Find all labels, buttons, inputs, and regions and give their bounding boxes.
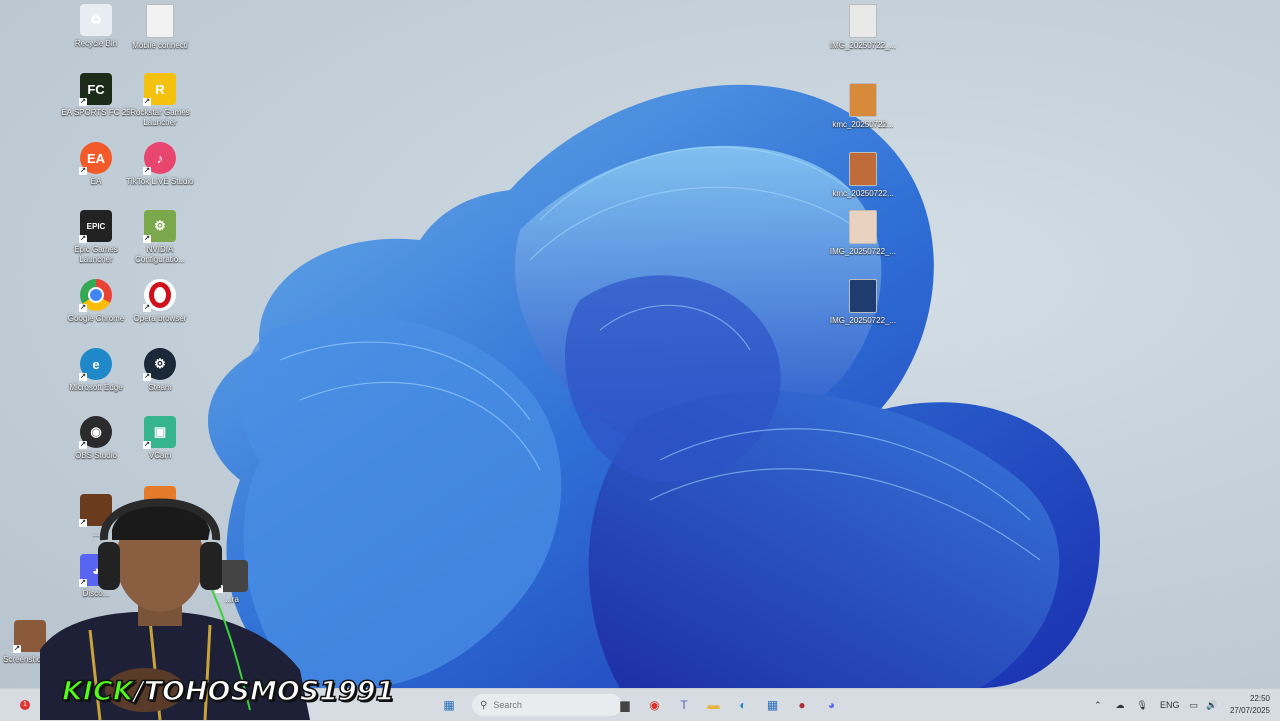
shortcut-arrow-icon: ↗ [79,441,87,449]
left-desktop-icon[interactable]: ♪ ↗ TikTok LIVE Studio [124,142,196,187]
teams-icon[interactable]: T [673,694,695,716]
right-desktop-icon[interactable]: kmc_20250722... [827,152,899,199]
store-icon[interactable]: ▦ [762,694,784,716]
right-desktop-icon[interactable]: IMG_20250722_... [827,210,899,257]
system-tray: ⌃ ☁ 🎙 ENG ▭ 🔊 [1094,689,1217,721]
cloud-icon[interactable]: ☁ [1116,700,1125,711]
desktop-icon-label: EA SPORTS FC 25 [61,108,131,117]
left-desktop-icon[interactable]: EA ↗ EA [60,142,132,187]
edge-icon[interactable]: ◐ [732,694,754,716]
chrome-icon[interactable]: ◉ [644,694,666,716]
left-desktop-icon[interactable]: ▣ ↗ VCam [124,416,196,461]
app-red-icon[interactable]: ● [791,694,813,716]
desktop-icon-label: OBS Studio [75,451,117,460]
epic-games-icon: EPIC ↗ [79,210,112,243]
kick-logo-text: KICK [61,675,134,708]
desktop-icon-label: IMG_20250722_... [829,316,897,325]
obs-icon: ◉ ↗ [79,416,112,449]
left-desktop-icon[interactable]: ↗ Opera browser [124,279,196,324]
left-desktop-icon[interactable]: Mobile connecti [124,4,196,51]
clock-time: 22:50 [1249,694,1270,703]
search-icon: ⚲ [480,699,488,711]
desktop-icon-label: Microsoft Edge [69,383,123,392]
desktop-icon-label: Epic Games Launcher [74,245,118,264]
recycle-bin-icon: ♻ [80,4,112,36]
vcam-icon: ▣ ↗ [143,416,176,449]
tiktok-live-icon: ♪ ↗ [143,142,176,175]
left-desktop-icon[interactable]: ♻ Recycle Bin [60,4,132,49]
desktop-icon-label: IMG_20250722_... [829,247,897,256]
desktop-icon-label: Opera browser [133,314,187,323]
file-icon [146,4,174,38]
language-indicator[interactable]: ENG [1160,700,1180,710]
kick-channel-banner: KICK /TOHOSMOS1991 [61,675,395,708]
steam-icon: ⚙ ↗ [143,348,176,381]
shortcut-arrow-icon: ↗ [143,98,151,106]
desktop-icon-label: Recycle Bin [74,39,118,48]
left-desktop-icon[interactable]: R ↗ Rockstar Games Launcher [124,73,196,128]
desktop-icon-label: VCam [148,451,172,460]
right-desktop-icon[interactable]: IMG_20250722_... [827,279,899,326]
left-desktop-icon[interactable]: ↗ Google Chrome [60,279,132,324]
edge-icon: e ↗ [79,348,112,381]
image-file-icon [849,279,877,313]
shortcut-arrow-icon: ↗ [143,304,151,312]
desktop-icon-label: IMG_20250722_... [829,41,897,50]
chrome-icon: ↗ [79,279,112,312]
chevron-up-icon[interactable]: ⌃ [1094,700,1102,711]
volume-icon[interactable]: 🔊 [1206,700,1217,711]
ea-icon: EA ↗ [79,142,112,175]
right-desktop-icon[interactable]: kmc_20250722... [827,83,899,130]
desktop-icon-label: kmc_20250722... [832,189,894,198]
shortcut-arrow-icon: ↗ [79,373,87,381]
nvidia-config-icon: ⚙ ↗ [143,210,176,243]
left-desktop-icon[interactable]: ⚙ ↗ Steam [124,348,196,393]
desktop-icon-label: NVIDIA Configuratio... [135,245,185,264]
shortcut-arrow-icon: ↗ [79,235,87,243]
left-desktop-icon[interactable]: ◉ ↗ OBS Studio [60,416,132,461]
shortcut-arrow-icon: ↗ [143,167,151,175]
microphone-icon[interactable]: 🎙 [1137,700,1148,711]
shortcut-arrow-icon: ↗ [79,167,87,175]
search-placeholder: Search [493,700,522,710]
left-desktop-icon[interactable]: e ↗ Microsoft Edge [60,348,132,393]
image-file-icon [849,4,877,38]
shortcut-arrow-icon: ↗ [143,441,151,449]
discord-icon[interactable]: ◕ [821,694,843,716]
left-desktop-icon[interactable]: FC ↗ EA SPORTS FC 25 [60,73,132,118]
shortcut-arrow-icon: ↗ [79,304,87,312]
file-explorer-icon[interactable]: ▬ [703,694,725,716]
rockstar-icon: R ↗ [143,73,176,106]
left-desktop-icon[interactable]: ⚙ ↗ NVIDIA Configuratio... [124,210,196,265]
kick-handle: /TOHOSMOS1991 [133,675,395,708]
image-file-icon [849,83,877,117]
start-button[interactable]: ▦ [438,694,460,716]
clock-date: 27/07/2025 [1229,706,1270,715]
network-icon[interactable]: ▭ [1190,700,1199,711]
image-file-icon [849,210,877,244]
ea-sports-fc-icon: FC ↗ [79,73,112,106]
desktop-icon-label: Mobile connecti [132,41,188,50]
right-desktop-icon[interactable]: IMG_20250722_... [827,4,899,51]
shortcut-arrow-icon: ↗ [143,235,151,243]
desktop-icon-label: Steam [148,383,172,392]
desktop-icon-label: kmc_20250722... [832,120,894,129]
file-manager-icon[interactable]: ▆ [614,694,636,716]
desktop-icon-label: EA [90,177,102,186]
desktop-icon-label: Rockstar Games Launcher [130,108,190,127]
image-file-icon [849,152,877,186]
left-desktop-icon[interactable]: EPIC ↗ Epic Games Launcher [60,210,132,265]
taskbar-search[interactable]: ⚲ Search [472,694,622,716]
clock[interactable]: 22:50 27/07/2025 [1230,693,1270,717]
shortcut-arrow-icon: ↗ [79,98,87,106]
opera-icon: ↗ [143,279,176,312]
desktop-icon-label: Google Chrome [67,314,125,323]
shortcut-arrow-icon: ↗ [143,373,151,381]
desktop-icon-label: TikTok LIVE Studio [126,177,194,186]
